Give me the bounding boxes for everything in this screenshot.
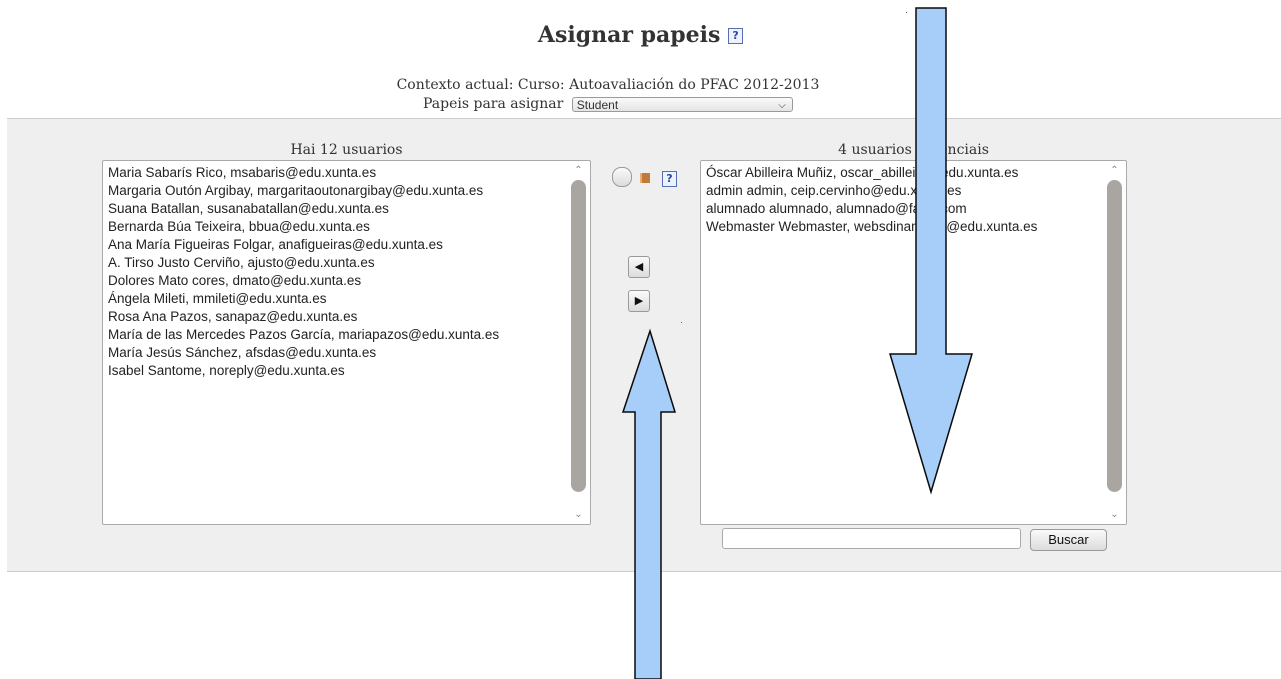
list-item[interactable]: Suana Batallan, susanabatallan@edu.xunta… <box>108 200 499 218</box>
remove-user-button[interactable]: ▶ <box>628 290 650 312</box>
list-item[interactable]: Bernarda Búa Teixeira, bbua@edu.xunta.es <box>108 218 499 236</box>
potential-users-listbox[interactable]: Óscar Abilleira Muñiz, oscar_abilleira@e… <box>700 160 1127 525</box>
role-label: Papeis para asignar <box>423 96 564 112</box>
role-selected-value: Student <box>576 97 619 112</box>
scroll-up-icon[interactable]: ⌃ <box>1106 163 1123 178</box>
scroll-up-icon[interactable]: ⌃ <box>570 163 587 178</box>
list-item[interactable]: A. Tirso Justo Cerviño, ajusto@edu.xunta… <box>108 254 499 272</box>
scroll-thumb[interactable] <box>571 180 586 492</box>
stray-dot <box>906 12 907 13</box>
toggle-button[interactable] <box>612 167 632 187</box>
scroll-down-icon[interactable]: ⌄ <box>570 507 587 522</box>
list-item[interactable]: Margaria Outón Argibay, margaritaoutonar… <box>108 182 499 200</box>
scroll-thumb[interactable] <box>1107 180 1122 492</box>
page-title-text: Asignar papeis <box>537 22 721 48</box>
assigned-users-items: Maria Sabarís Rico, msabaris@edu.xunta.e… <box>108 164 499 380</box>
role-select[interactable]: Student ⌵ <box>571 96 793 112</box>
add-user-button[interactable]: ◀ <box>628 256 650 278</box>
list-item[interactable]: María Jesús Sánchez, afsdas@edu.xunta.es <box>108 344 499 362</box>
list-item[interactable]: Óscar Abilleira Muñiz, oscar_abilleira@e… <box>706 164 1037 182</box>
left-list-label: Hai 12 usuarios <box>290 142 403 158</box>
assigned-users-listbox[interactable]: Maria Sabarís Rico, msabaris@edu.xunta.e… <box>102 160 591 525</box>
list-item[interactable]: Isabel Santome, noreply@edu.xunta.es <box>108 362 499 380</box>
help-icon[interactable]: ? <box>728 28 744 44</box>
page-title: Asignar papeis ? <box>0 22 1281 48</box>
list-item[interactable]: Webmaster Webmaster, websdinamicas@edu.x… <box>706 218 1037 236</box>
list-item[interactable]: Ángela Mileti, mmileti@edu.xunta.es <box>108 290 499 308</box>
search-input[interactable] <box>722 528 1021 549</box>
chevron-down-icon: ⌵ <box>778 99 786 111</box>
list-item[interactable]: admin admin, ceip.cervinho@edu.xunta.es <box>706 182 1037 200</box>
list-item[interactable]: Rosa Ana Pazos, sanapaz@edu.xunta.es <box>108 308 499 326</box>
list-item[interactable]: Dolores Mato cores, dmato@edu.xunta.es <box>108 272 499 290</box>
list-item[interactable]: Maria Sabarís Rico, msabaris@edu.xunta.e… <box>108 164 499 182</box>
list-item[interactable]: María de las Mercedes Pazos García, mari… <box>108 326 499 344</box>
list-item[interactable]: Ana María Figueiras Folgar, anafigueiras… <box>108 236 499 254</box>
right-scrollbar[interactable]: ⌃ ⌄ <box>1106 163 1123 522</box>
stray-dot <box>681 322 682 323</box>
help-icon[interactable]: ? <box>662 171 677 187</box>
context-text: Contexto actual: Curso: Autoavaliación d… <box>396 77 820 93</box>
list-item[interactable]: alumnado alumnado, alumnado@falso.com <box>706 200 1037 218</box>
right-list-label: 4 usuarios potenciais <box>838 142 989 158</box>
search-button[interactable]: Buscar <box>1030 529 1107 551</box>
scroll-down-icon[interactable]: ⌄ <box>1106 507 1123 522</box>
left-scrollbar[interactable]: ⌃ ⌄ <box>570 163 587 522</box>
potential-users-items: Óscar Abilleira Muñiz, oscar_abilleira@e… <box>706 164 1037 236</box>
role-row: Papeis para asignar Student ⌵ <box>423 96 793 112</box>
book-icon <box>640 173 650 183</box>
